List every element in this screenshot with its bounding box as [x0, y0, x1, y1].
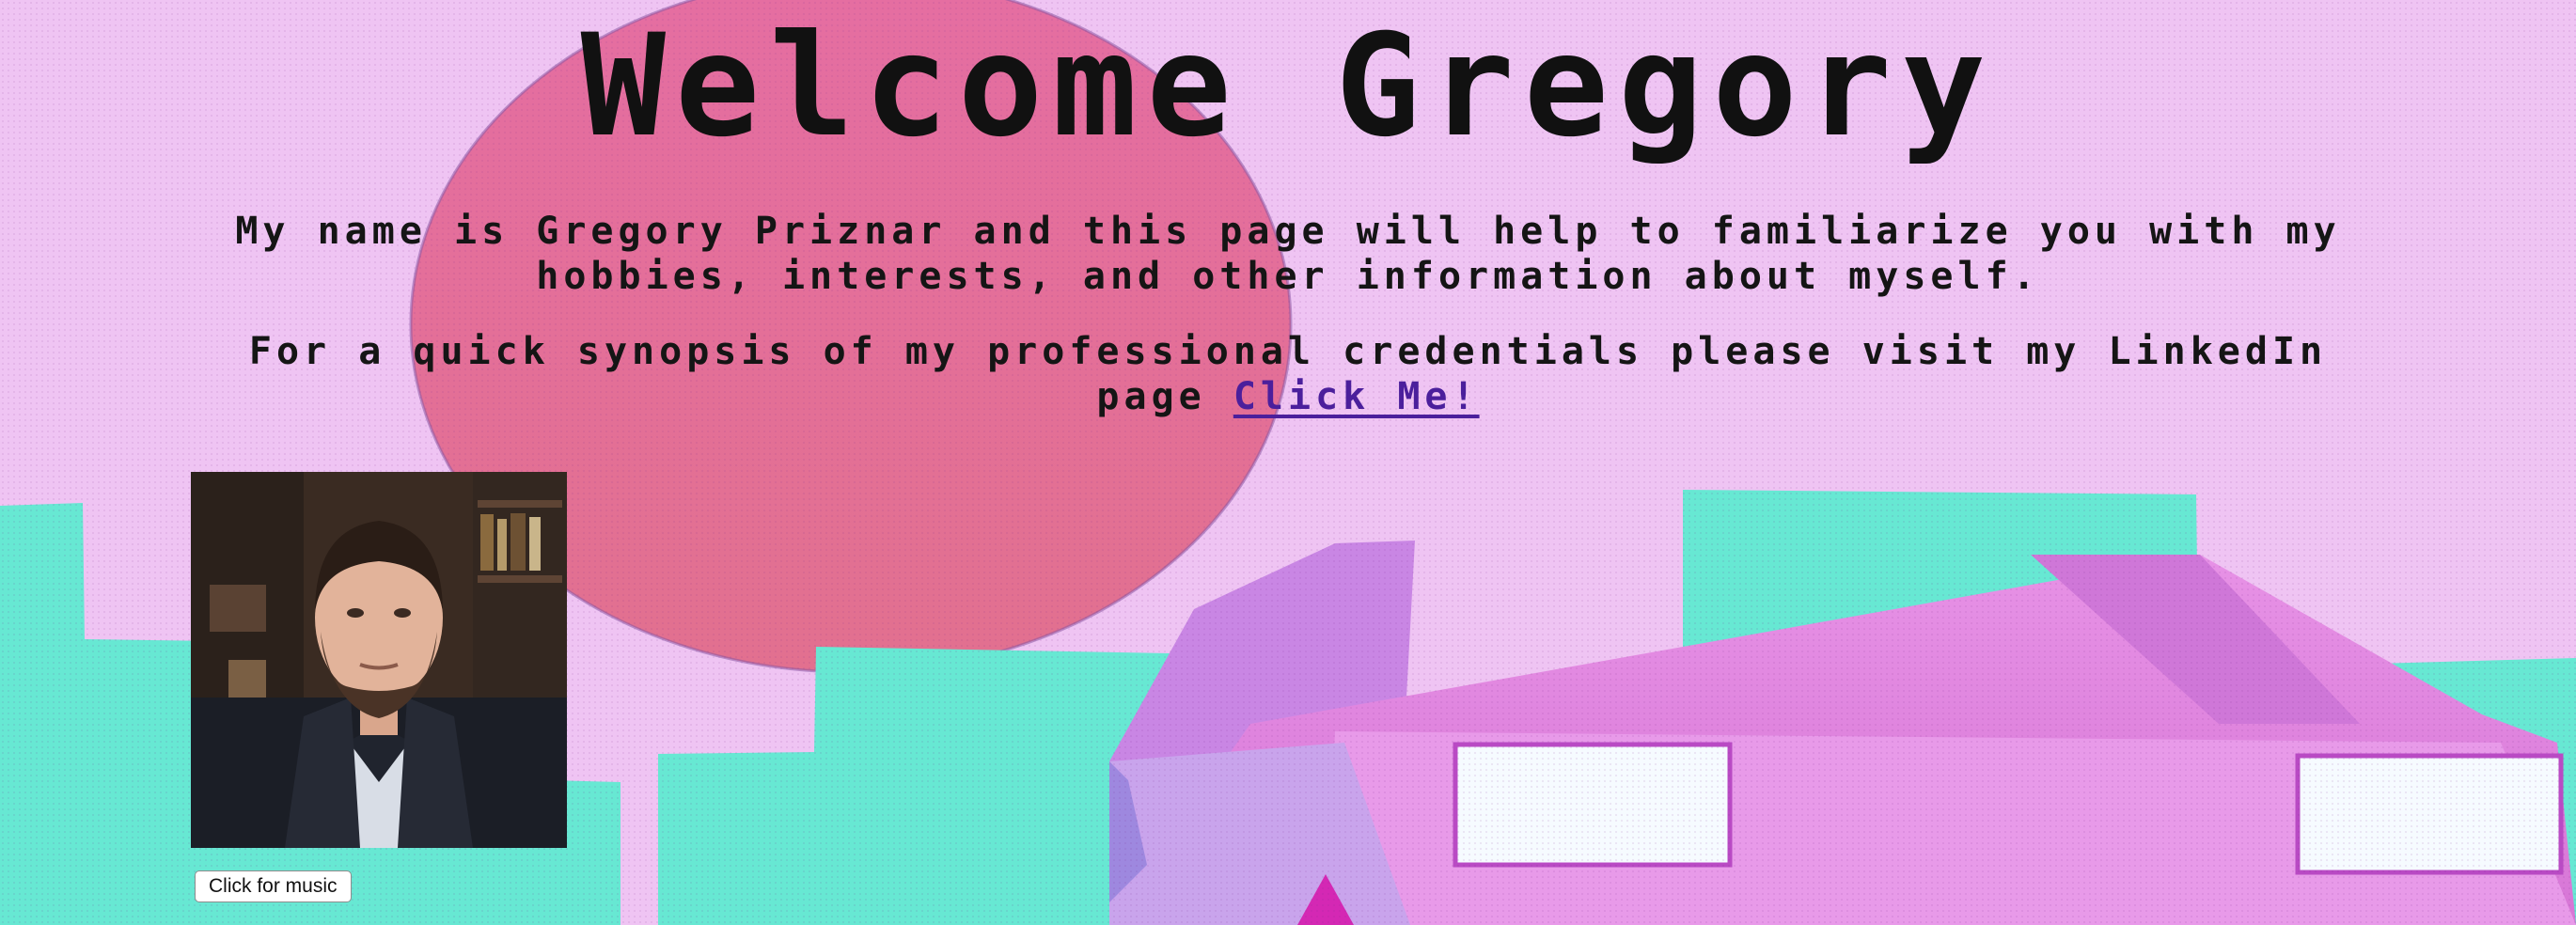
music-button[interactable]: Click for music [195, 870, 352, 902]
credentials-paragraph: For a quick synopsis of my professional … [188, 329, 2388, 419]
page-content: Welcome Gregory My name is Gregory Prizn… [0, 0, 2576, 925]
profile-photo [191, 472, 567, 848]
page-title: Welcome Gregory [580, 5, 1996, 168]
intro-paragraph: My name is Gregory Priznar and this page… [235, 210, 2341, 298]
linkedin-link[interactable]: Click Me! [1233, 375, 1480, 418]
